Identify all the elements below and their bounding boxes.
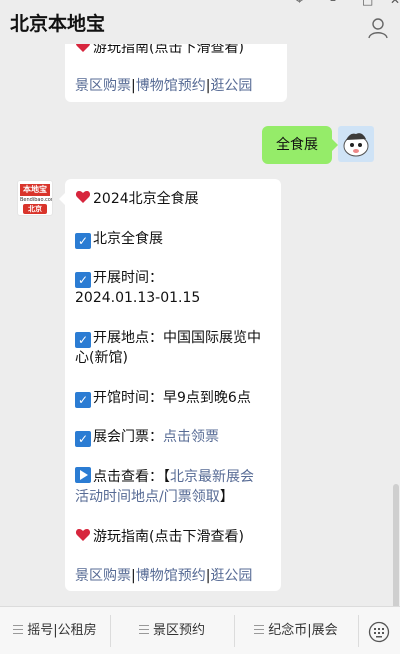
- link-row: 景区购票|博物馆预约|逛公园: [75, 76, 252, 96]
- menu-icon: [138, 625, 149, 634]
- reply-heading: 2024北京全食展: [75, 189, 199, 209]
- divider: [358, 615, 359, 647]
- link-row: 景区购票|博物馆预约|逛公园: [75, 566, 252, 586]
- check-box-icon: ✓: [75, 233, 91, 249]
- ticket-link[interactable]: 点击领票: [163, 429, 219, 445]
- more-line-2: 活动时间地点/门票领取】: [75, 487, 234, 507]
- opening-hours: ✓ 开馆时间：早9点到晚6点: [75, 388, 251, 408]
- title-bar: 北京本地宝 ⌖ – □ ✕: [0, 0, 400, 44]
- link-scenic-tickets[interactable]: 景区购票: [75, 78, 131, 94]
- close-icon[interactable]: ✕: [390, 0, 400, 6]
- keyboard-icon[interactable]: [368, 621, 390, 643]
- venue-text-1: 开展地点：中国国际展览中: [93, 330, 261, 346]
- heart-icon: [75, 529, 91, 541]
- time-label-text: 开展时间：: [93, 270, 163, 286]
- link-parks[interactable]: 逛公园: [210, 78, 252, 94]
- open-time-value: 2024.01.13-01.15: [75, 290, 201, 306]
- minimize-icon[interactable]: –: [330, 0, 342, 6]
- hours-text: 开馆时间：早9点到晚6点: [93, 390, 251, 406]
- link-museum-booking[interactable]: 博物馆预约: [136, 78, 206, 94]
- check-box-icon: ✓: [75, 431, 91, 447]
- more-label: 点击查看：: [93, 469, 163, 485]
- bracket-close: 】: [219, 489, 234, 505]
- link-parks[interactable]: 逛公园: [210, 568, 252, 584]
- window-controls: ⌖ – □ ✕: [270, 0, 400, 8]
- check-box-icon: ✓: [75, 392, 91, 408]
- avatar-brand: 本地宝: [23, 185, 47, 194]
- venue-line-2: 心(新馆): [75, 350, 128, 366]
- open-time-label: ✓ 开展时间：: [75, 268, 163, 288]
- venue-line-1: ✓ 开展地点：中国国际展览中: [75, 328, 261, 348]
- heart-icon: [76, 44, 90, 52]
- play-icon: [75, 467, 91, 483]
- link-museum-booking[interactable]: 博物馆预约: [136, 568, 206, 584]
- pin-icon[interactable]: ⌖: [296, 0, 308, 6]
- guide-text: 游玩指南(点击下滑查看): [93, 44, 244, 56]
- message-bubble-previous: 游玩指南(点击下滑查看) 景区购票|博物馆预约|逛公园: [65, 44, 287, 102]
- guide-line: 游玩指南(点击下滑查看): [75, 527, 244, 547]
- bottom-menu: 摇号|公租房 景区预约 纪念币|展会: [0, 606, 400, 654]
- bracket-open: 【: [163, 469, 170, 485]
- exhibition-name: ✓ 北京全食展: [75, 229, 163, 249]
- menu-icon: [254, 625, 265, 634]
- guide-text: 游玩指南(点击下滑查看): [93, 529, 244, 545]
- exhibition-name-text: 北京全食展: [93, 231, 163, 247]
- chat-scrollbar[interactable]: [392, 44, 400, 644]
- person-icon[interactable]: [366, 16, 390, 40]
- avatar-site: Bendibao.com: [20, 197, 53, 203]
- check-box-icon: ✓: [75, 272, 91, 288]
- menu-item-label: 景区预约: [152, 623, 205, 638]
- link-scenic-tickets[interactable]: 景区购票: [75, 568, 131, 584]
- guide-line: 游玩指南(点击下滑查看): [75, 44, 244, 58]
- menu-icon: [13, 625, 24, 634]
- chat-area[interactable]: 游玩指南(点击下滑查看) 景区购票|博物馆预约|逛公园 全食展 本地宝 Bend…: [0, 44, 392, 606]
- ticket-line: ✓ 展会门票：点击领票: [75, 427, 219, 447]
- reply-message-bubble: 2024北京全食展 ✓ 北京全食展 ✓ 开展时间： 2024.01.13-01.15…: [59, 179, 281, 591]
- heading-text: 2024北京全食展: [93, 191, 199, 207]
- chat-title: 北京本地宝: [10, 13, 106, 35]
- maximize-icon[interactable]: □: [362, 0, 374, 6]
- menu-item-coins-exhibitions[interactable]: 纪念币|展会: [234, 607, 358, 654]
- bot-avatar[interactable]: 本地宝 Bendibao.com 北京: [17, 180, 53, 216]
- latest-exhibitions-link[interactable]: 北京最新展会: [170, 469, 254, 485]
- menu-item-lottery-housing[interactable]: 摇号|公租房: [0, 607, 110, 654]
- avatar-city: 北京: [28, 205, 42, 213]
- heart-icon: [75, 191, 91, 203]
- menu-item-label: 纪念币|展会: [268, 623, 338, 638]
- user-message-bubble: 全食展: [262, 126, 338, 164]
- more-line-1: 点击查看：【北京最新展会: [75, 467, 254, 487]
- user-avatar[interactable]: [338, 126, 374, 162]
- ticket-label: 展会门票：: [93, 429, 163, 445]
- menu-item-scenic-booking[interactable]: 景区预约: [110, 607, 234, 654]
- latest-exhibitions-link-cont[interactable]: 活动时间地点/门票领取: [75, 489, 220, 505]
- check-box-icon: ✓: [75, 332, 91, 348]
- menu-item-label: 摇号|公租房: [27, 623, 97, 638]
